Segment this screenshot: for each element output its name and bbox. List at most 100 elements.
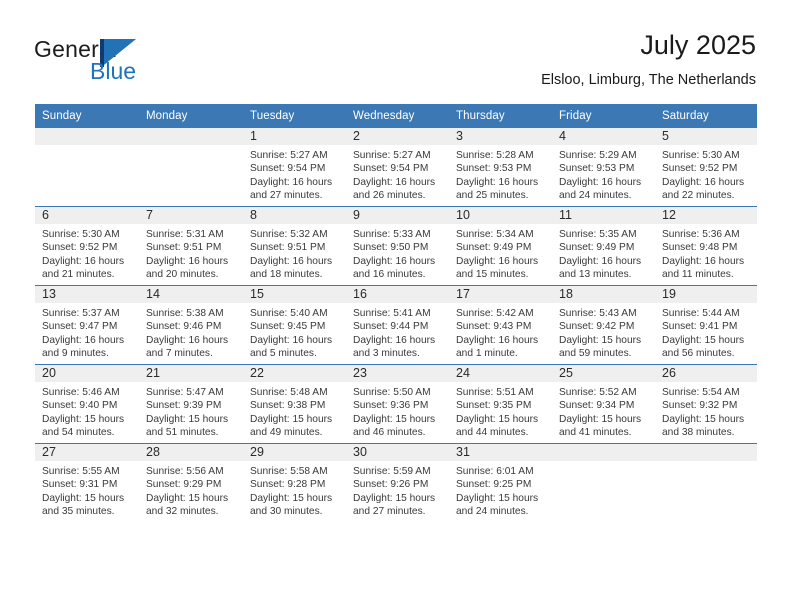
calendar-day-cell[interactable]: 6 Sunrise: 5:30 AM Sunset: 9:52 PM Daylight… bbox=[35, 206, 139, 286]
location-subtitle: Elsloo, Limburg, The Netherlands bbox=[541, 72, 756, 88]
day-detail-line: Sunrise: 5:41 AM bbox=[353, 308, 431, 319]
weekday-header-monday: Monday bbox=[139, 104, 243, 128]
day-detail-line: and 59 minutes. bbox=[559, 348, 632, 360]
day-detail-line: Sunset: 9:43 PM bbox=[456, 321, 532, 333]
day-number: 4 bbox=[552, 128, 655, 145]
calendar-day-cell[interactable]: 1 Sunrise: 5:27 AM Sunset: 9:54 PM Daylight… bbox=[243, 128, 346, 207]
calendar-day-cell[interactable]: 30 Sunrise: 5:59 AM Sunset: 9:26 PM Dayligh… bbox=[346, 443, 449, 522]
calendar-day-cell[interactable]: 28 Sunrise: 5:56 AM Sunset: 9:29 PM Dayligh… bbox=[139, 443, 243, 522]
day-number: 17 bbox=[449, 286, 552, 303]
calendar-day-cell-empty bbox=[139, 128, 243, 207]
day-detail-line: Sunset: 9:34 PM bbox=[559, 400, 635, 412]
day-detail-line: Sunrise: 6:01 AM bbox=[456, 466, 534, 477]
day-number: 8 bbox=[243, 207, 346, 224]
day-detail-line: and 7 minutes. bbox=[146, 348, 213, 360]
calendar-day-cell[interactable]: 11 Sunrise: 5:35 AM Sunset: 9:49 PM Dayligh… bbox=[552, 206, 655, 286]
calendar-day-cell[interactable]: 7 Sunrise: 5:31 AM Sunset: 9:51 PM Daylight… bbox=[139, 206, 243, 286]
day-details: Sunrise: 5:43 AM Sunset: 9:42 PM Daylight:… bbox=[552, 303, 655, 361]
day-detail-line: Sunset: 9:35 PM bbox=[456, 400, 532, 412]
calendar-day-cell-empty bbox=[552, 443, 655, 522]
day-details bbox=[552, 461, 655, 465]
weekday-header-thursday: Thursday bbox=[449, 104, 552, 128]
calendar-day-cell[interactable]: 25 Sunrise: 5:52 AM Sunset: 9:34 PM Dayligh… bbox=[552, 364, 655, 444]
calendar-day-cell[interactable]: 10 Sunrise: 5:34 AM Sunset: 9:49 PM Dayligh… bbox=[449, 206, 552, 286]
day-detail-line: and 25 minutes. bbox=[456, 190, 529, 202]
day-detail-line: Sunset: 9:45 PM bbox=[250, 321, 326, 333]
day-detail-line: Sunrise: 5:54 AM bbox=[662, 387, 740, 398]
day-details: Sunrise: 5:48 AM Sunset: 9:38 PM Daylight:… bbox=[243, 382, 346, 440]
sunrise-sunset-calendar-table: Sunday Monday Tuesday Wednesday Thursday… bbox=[35, 104, 757, 522]
calendar-day-cell[interactable]: 15 Sunrise: 5:40 AM Sunset: 9:45 PM Dayligh… bbox=[243, 285, 346, 365]
day-detail-line: and 20 minutes. bbox=[146, 269, 219, 281]
weekday-header-friday: Friday bbox=[552, 104, 655, 128]
calendar-day-cell[interactable]: 14 Sunrise: 5:38 AM Sunset: 9:46 PM Dayligh… bbox=[139, 285, 243, 365]
calendar-day-cell[interactable]: 5 Sunrise: 5:30 AM Sunset: 9:52 PM Daylight… bbox=[655, 128, 757, 207]
calendar-day-cell-empty bbox=[655, 443, 757, 522]
day-detail-line: Daylight: 15 hours bbox=[146, 492, 229, 504]
calendar-day-cell[interactable]: 17 Sunrise: 5:42 AM Sunset: 9:43 PM Dayligh… bbox=[449, 285, 552, 365]
day-detail-line: Daylight: 16 hours bbox=[456, 334, 539, 346]
day-detail-line: Daylight: 15 hours bbox=[146, 413, 229, 425]
day-detail-line: Sunset: 9:54 PM bbox=[353, 163, 429, 175]
day-details: Sunrise: 5:28 AM Sunset: 9:53 PM Daylight:… bbox=[449, 145, 552, 203]
day-number: 24 bbox=[449, 365, 552, 382]
calendar-day-cell[interactable]: 26 Sunrise: 5:54 AM Sunset: 9:32 PM Dayligh… bbox=[655, 364, 757, 444]
calendar-day-cell[interactable]: 2 Sunrise: 5:27 AM Sunset: 9:54 PM Daylight… bbox=[346, 128, 449, 207]
day-details: Sunrise: 5:50 AM Sunset: 9:36 PM Daylight:… bbox=[346, 382, 449, 440]
day-detail-line: Daylight: 15 hours bbox=[456, 413, 539, 425]
calendar-day-cell[interactable]: 19 Sunrise: 5:44 AM Sunset: 9:41 PM Dayligh… bbox=[655, 285, 757, 365]
calendar-day-cell[interactable]: 4 Sunrise: 5:29 AM Sunset: 9:53 PM Daylight… bbox=[552, 128, 655, 207]
day-detail-line: Sunrise: 5:36 AM bbox=[662, 229, 740, 240]
day-detail-line: Daylight: 16 hours bbox=[559, 255, 642, 267]
calendar-day-cell[interactable]: 18 Sunrise: 5:43 AM Sunset: 9:42 PM Dayligh… bbox=[552, 285, 655, 365]
day-number: 28 bbox=[139, 444, 243, 461]
day-detail-line: and 56 minutes. bbox=[662, 348, 735, 360]
day-number bbox=[139, 128, 243, 145]
calendar-body: 1 Sunrise: 5:27 AM Sunset: 9:54 PM Daylight… bbox=[35, 128, 757, 522]
calendar-day-cell[interactable]: 22 Sunrise: 5:48 AM Sunset: 9:38 PM Dayligh… bbox=[243, 364, 346, 444]
calendar-day-cell[interactable]: 23 Sunrise: 5:50 AM Sunset: 9:36 PM Dayligh… bbox=[346, 364, 449, 444]
day-detail-line: Sunset: 9:54 PM bbox=[250, 163, 326, 175]
calendar-day-cell[interactable]: 12 Sunrise: 5:36 AM Sunset: 9:48 PM Dayligh… bbox=[655, 206, 757, 286]
day-detail-line: Daylight: 16 hours bbox=[42, 255, 125, 267]
day-details: Sunrise: 5:36 AM Sunset: 9:48 PM Daylight:… bbox=[655, 224, 757, 282]
calendar-day-cell[interactable]: 9 Sunrise: 5:33 AM Sunset: 9:50 PM Daylight… bbox=[346, 206, 449, 286]
brand-name-blue: Blue bbox=[90, 58, 137, 84]
day-detail-line: Sunrise: 5:33 AM bbox=[353, 229, 431, 240]
day-details: Sunrise: 5:59 AM Sunset: 9:26 PM Daylight:… bbox=[346, 461, 449, 519]
calendar-day-cell[interactable]: 24 Sunrise: 5:51 AM Sunset: 9:35 PM Dayligh… bbox=[449, 364, 552, 444]
day-detail-line: Sunset: 9:44 PM bbox=[353, 321, 429, 333]
calendar-day-cell[interactable]: 31 Sunrise: 6:01 AM Sunset: 9:25 PM Dayligh… bbox=[449, 443, 552, 522]
calendar-day-cell[interactable]: 27 Sunrise: 5:55 AM Sunset: 9:31 PM Dayligh… bbox=[35, 443, 139, 522]
calendar-week-row: 27 Sunrise: 5:55 AM Sunset: 9:31 PM Dayligh… bbox=[35, 443, 757, 522]
calendar-day-cell[interactable]: 8 Sunrise: 5:32 AM Sunset: 9:51 PM Daylight… bbox=[243, 206, 346, 286]
day-detail-line: Sunrise: 5:29 AM bbox=[559, 150, 637, 161]
day-detail-line: Sunrise: 5:44 AM bbox=[662, 308, 740, 319]
day-details: Sunrise: 5:55 AM Sunset: 9:31 PM Daylight:… bbox=[35, 461, 139, 519]
calendar-day-cell[interactable]: 20 Sunrise: 5:46 AM Sunset: 9:40 PM Dayligh… bbox=[35, 364, 139, 444]
day-details: Sunrise: 5:35 AM Sunset: 9:49 PM Daylight:… bbox=[552, 224, 655, 282]
day-number bbox=[655, 444, 757, 461]
day-detail-line: and 11 minutes. bbox=[662, 269, 734, 281]
day-detail-line: Daylight: 15 hours bbox=[353, 492, 436, 504]
calendar-day-cell[interactable]: 13 Sunrise: 5:37 AM Sunset: 9:47 PM Dayligh… bbox=[35, 285, 139, 365]
day-number: 21 bbox=[139, 365, 243, 382]
calendar-day-cell[interactable]: 3 Sunrise: 5:28 AM Sunset: 9:53 PM Daylight… bbox=[449, 128, 552, 207]
day-number: 31 bbox=[449, 444, 552, 461]
day-detail-line: Sunset: 9:52 PM bbox=[42, 242, 118, 254]
day-detail-line: and 22 minutes. bbox=[662, 190, 735, 202]
day-detail-line: Sunset: 9:40 PM bbox=[42, 400, 118, 412]
calendar-day-cell[interactable]: 16 Sunrise: 5:41 AM Sunset: 9:44 PM Dayligh… bbox=[346, 285, 449, 365]
day-number: 12 bbox=[655, 207, 757, 224]
day-details: Sunrise: 5:46 AM Sunset: 9:40 PM Daylight:… bbox=[35, 382, 139, 440]
day-detail-line: Sunset: 9:46 PM bbox=[146, 321, 222, 333]
calendar-day-cell[interactable]: 29 Sunrise: 5:58 AM Sunset: 9:28 PM Dayligh… bbox=[243, 443, 346, 522]
day-detail-line: Daylight: 16 hours bbox=[250, 176, 333, 188]
day-number: 13 bbox=[35, 286, 139, 303]
day-details: Sunrise: 5:40 AM Sunset: 9:45 PM Daylight:… bbox=[243, 303, 346, 361]
day-detail-line: Daylight: 15 hours bbox=[42, 413, 125, 425]
brand-logo[interactable]: General Blue bbox=[34, 36, 264, 86]
day-details: Sunrise: 5:30 AM Sunset: 9:52 PM Daylight:… bbox=[655, 145, 757, 203]
day-detail-line: Sunset: 9:39 PM bbox=[146, 400, 222, 412]
calendar-day-cell[interactable]: 21 Sunrise: 5:47 AM Sunset: 9:39 PM Dayligh… bbox=[139, 364, 243, 444]
